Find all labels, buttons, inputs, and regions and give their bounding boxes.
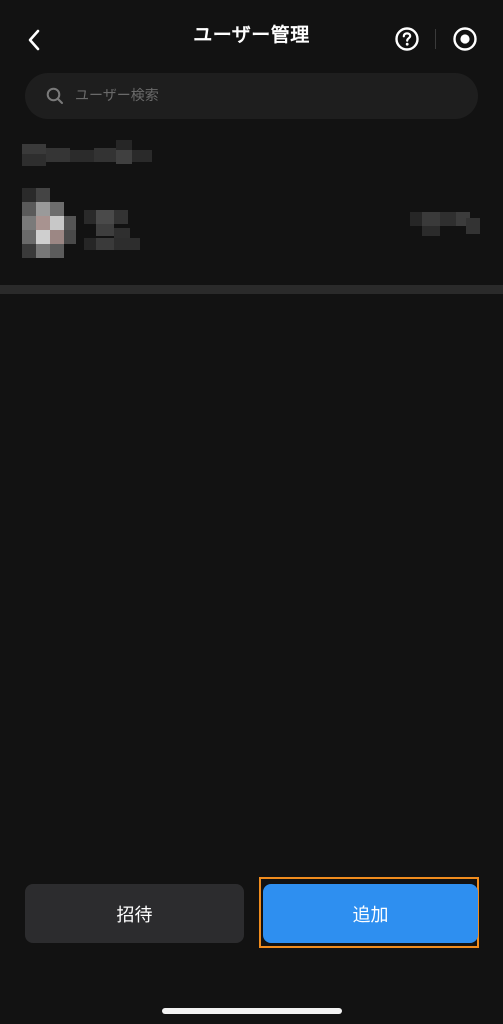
header-divider xyxy=(435,29,436,49)
search-icon xyxy=(45,86,65,106)
header-bar: ユーザー管理 xyxy=(0,0,503,74)
invite-button[interactable]: 招待 xyxy=(25,884,244,943)
list-separator xyxy=(0,285,503,294)
page-title: ユーザー管理 xyxy=(193,24,310,46)
help-button[interactable] xyxy=(392,24,422,54)
question-circle-icon xyxy=(395,27,419,51)
record-button[interactable] xyxy=(450,24,480,54)
record-circle-icon xyxy=(453,27,477,51)
search-bar[interactable] xyxy=(25,73,478,119)
add-button[interactable]: 追加 xyxy=(263,884,478,943)
home-indicator xyxy=(162,1008,342,1014)
search-input[interactable] xyxy=(73,87,478,105)
